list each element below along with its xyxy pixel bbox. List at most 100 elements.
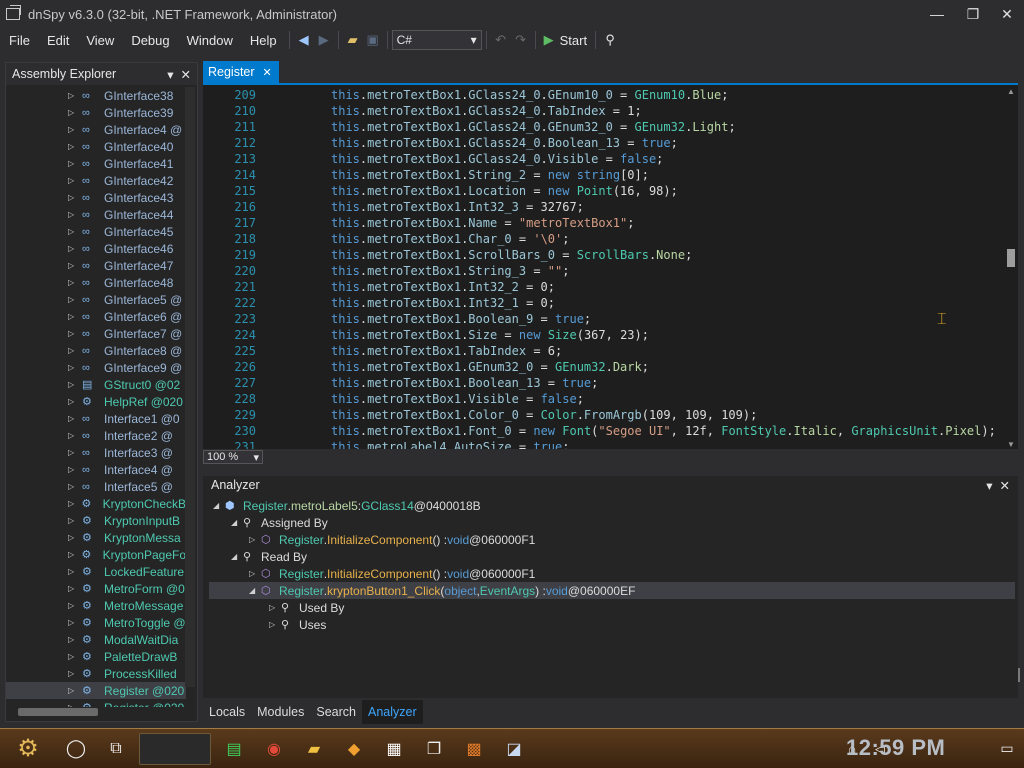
collapsed-icon[interactable]: ▷ (68, 431, 78, 440)
code-line[interactable]: 214 this.metroTextBox1.String_2 = new str… (203, 167, 1003, 183)
code-line[interactable]: 213 this.metroTextBox1.GClass24_0.Visible… (203, 151, 1003, 167)
tab-locals[interactable]: Locals (203, 700, 251, 724)
notepad-icon[interactable]: ◪ (497, 733, 531, 765)
vertical-scrollbar[interactable] (185, 87, 195, 687)
tree-item[interactable]: ▷ ∞ GInterface45 (6, 223, 186, 240)
collapsed-icon[interactable]: ▷ (249, 535, 261, 544)
collapsed-icon[interactable]: ▷ (68, 669, 78, 678)
tree-item[interactable]: ▷ ∞ Interface3 @ (6, 444, 186, 461)
file-explorer-icon[interactable]: ▰ (297, 733, 331, 765)
tree-item[interactable]: ▷ ⚙ MetroMessage (6, 597, 186, 614)
taskbar-clock[interactable]: 12:59 PM (846, 735, 945, 761)
collapsed-icon[interactable]: ▷ (68, 261, 78, 270)
read-by-item[interactable]: ▷ ⬡ Register. InitializeComponent() : voi… (249, 565, 535, 582)
editor-scrollbar-thumb[interactable] (1007, 249, 1015, 267)
code-view[interactable]: 209 this.metroTextBox1.GClass24_0.GEnum10… (203, 87, 1003, 451)
collapsed-icon[interactable]: ▷ (68, 295, 78, 304)
start-menu-icon[interactable]: ⚙ (3, 733, 53, 765)
tab-search[interactable]: Search (310, 700, 362, 724)
tree-item[interactable]: ▷ ∞ GInterface42 (6, 172, 186, 189)
expanded-icon[interactable]: ◢ (231, 518, 243, 527)
collapsed-icon[interactable]: ▷ (249, 569, 261, 578)
collapsed-icon[interactable]: ▷ (68, 652, 78, 661)
analyzer-root-node[interactable]: ◢ ⬢ Register. metroLabel5 : GClass14 @040… (213, 497, 481, 514)
expanded-icon[interactable]: ◢ (231, 552, 243, 561)
collapsed-icon[interactable]: ▷ (269, 620, 281, 629)
collapsed-icon[interactable]: ▷ (269, 603, 281, 612)
tree-item[interactable]: ▷ ∞ GInterface44 (6, 206, 186, 223)
code-line[interactable]: 221 this.metroTextBox1.Int32_2 = 0; (203, 279, 1003, 295)
minimize-button[interactable]: — (920, 0, 954, 28)
expanded-icon[interactable]: ◢ (249, 586, 261, 595)
code-line[interactable]: 227 this.metroTextBox1.Boolean_13 = true; (203, 375, 1003, 391)
collapsed-icon[interactable]: ▷ (68, 618, 78, 627)
tree-item[interactable]: ▷ ∞ GInterface6 @ (6, 308, 186, 325)
maximize-button[interactable]: ❐ (956, 0, 990, 28)
close-icon[interactable]: ✕ (1000, 479, 1010, 493)
tab-modules[interactable]: Modules (251, 700, 310, 724)
notes-app-icon[interactable]: ▤ (217, 733, 251, 765)
tab-analyzer[interactable]: Analyzer (362, 700, 423, 724)
code-line[interactable]: 217 this.metroTextBox1.Name = "metroTextB… (203, 215, 1003, 231)
collapsed-icon[interactable]: ▷ (68, 244, 78, 253)
code-line[interactable]: 228 this.metroTextBox1.Visible = false; (203, 391, 1003, 407)
expanded-icon[interactable]: ◢ (213, 501, 225, 510)
collapsed-icon[interactable]: ▷ (68, 533, 78, 542)
tree-item[interactable]: ▷ ⚙ PaletteDrawB (6, 648, 186, 665)
tree-item[interactable]: ▷ ⚙ MetroForm @0 (6, 580, 186, 597)
tree-item[interactable]: ▷ ∞ GInterface8 @ (6, 342, 186, 359)
collapsed-icon[interactable]: ▷ (68, 142, 78, 151)
collapsed-icon[interactable]: ▷ (68, 312, 78, 321)
collapsed-icon[interactable]: ▷ (68, 414, 78, 423)
tree-item[interactable]: ▷ ⚙ Register @020 (6, 682, 186, 699)
code-line[interactable]: 211 this.metroTextBox1.GClass24_0.GEnum32… (203, 119, 1003, 135)
tab-register[interactable]: Register ✕ (203, 61, 279, 83)
collapsed-icon[interactable]: ▷ (68, 635, 78, 644)
code-line[interactable]: 209 this.metroTextBox1.GClass24_0.GEnum10… (203, 87, 1003, 103)
cortana-icon[interactable]: ◯ (59, 733, 93, 765)
collapsed-icon[interactable]: ▷ (68, 380, 78, 389)
collapsed-icon[interactable]: ▷ (68, 482, 78, 491)
collapsed-icon[interactable]: ▷ (68, 210, 78, 219)
collapsed-icon[interactable]: ▷ (68, 346, 78, 355)
collapsed-icon[interactable]: ▷ (68, 516, 78, 525)
code-line[interactable]: 226 this.metroTextBox1.GEnum32_0 = GEnum3… (203, 359, 1003, 375)
tree-item[interactable]: ▷ ∞ GInterface7 @ (6, 325, 186, 342)
tree-item[interactable]: ▷ ∞ GInterface48 (6, 274, 186, 291)
code-line[interactable]: 219 this.metroTextBox1.ScrollBars_0 = Scr… (203, 247, 1003, 263)
assigned-by-item[interactable]: ▷ ⬡ Register. InitializeComponent() : voi… (249, 531, 535, 548)
close-icon[interactable]: ✕ (181, 68, 191, 82)
notifications-icon[interactable]: ▭ (993, 733, 1021, 765)
tree-item[interactable]: ▷ ∞ GInterface47 (6, 257, 186, 274)
tree-item[interactable]: ▷ ⚙ MetroToggle @ (6, 614, 186, 631)
open-folder-icon[interactable]: ▰ (343, 30, 363, 50)
tree-item[interactable]: ▷ ∞ GInterface38 (6, 87, 186, 104)
scroll-up-icon[interactable]: ▲ (1007, 87, 1015, 96)
tree-item[interactable]: ▷ ∞ GInterface39 (6, 104, 186, 121)
collapsed-icon[interactable]: ▷ (68, 686, 78, 695)
code-line[interactable]: 229 this.metroTextBox1.Color_0 = Color.Fr… (203, 407, 1003, 423)
collapsed-icon[interactable]: ▷ (68, 125, 78, 134)
save-all-icon[interactable]: ▣ (363, 30, 383, 50)
menu-view[interactable]: View (77, 33, 122, 48)
close-icon[interactable]: ✕ (263, 66, 272, 79)
collapsed-icon[interactable]: ▷ (68, 703, 78, 707)
tree-item[interactable]: ▷ ⚙ KryptonMessa (6, 529, 186, 546)
zoom-select[interactable]: 100 % ▾ (203, 450, 263, 464)
tree-item[interactable]: ▷ ∞ Interface5 @ (6, 478, 186, 495)
read-by-item-selected[interactable]: ◢ ⬡ Register. kryptonButton1_Click(object… (209, 582, 1015, 599)
chevron-down-icon[interactable]: ▾ (986, 479, 992, 493)
tree-item[interactable]: ▷ ⚙ KryptonInputB (6, 512, 186, 529)
collapsed-icon[interactable]: ▷ (68, 176, 78, 185)
tree-item[interactable]: ▷ ⚙ KryptonPageFo (6, 546, 186, 563)
tree-item[interactable]: ▷ ∞ Interface2 @ (6, 427, 186, 444)
chrome-icon[interactable]: ◉ (257, 733, 291, 765)
menu-debug[interactable]: Debug (122, 33, 177, 48)
code-line[interactable]: 220 this.metroTextBox1.String_3 = ""; (203, 263, 1003, 279)
search-icon[interactable]: ⚲ (600, 30, 620, 50)
tree-item[interactable]: ▷ ∞ GInterface41 (6, 155, 186, 172)
code-line[interactable]: 210 this.metroTextBox1.GClass24_0.TabInde… (203, 103, 1003, 119)
undo-icon[interactable]: ↶ (491, 30, 511, 50)
game-app-icon[interactable]: ▩ (457, 733, 491, 765)
windows-icon[interactable]: ❐ (417, 733, 451, 765)
